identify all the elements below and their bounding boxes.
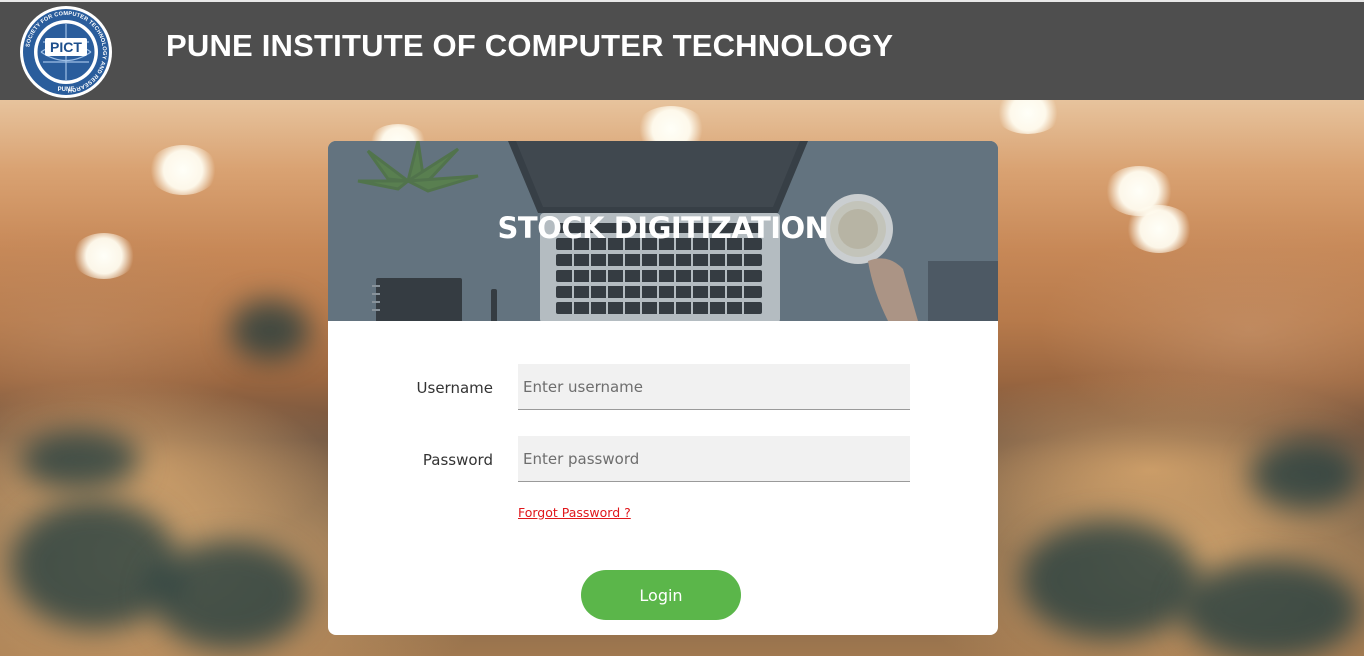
login-button[interactable]: Login — [581, 570, 741, 620]
username-input[interactable] — [518, 364, 910, 410]
site-header: PICT SOCIETY FOR COMPUTER TECHNOLOGY AND… — [0, 0, 1364, 100]
login-card: STOCK DIGITIZATION Username Password For… — [328, 141, 998, 635]
login-banner: STOCK DIGITIZATION — [328, 141, 998, 321]
svg-text:PICT: PICT — [50, 39, 82, 55]
forgot-password-link[interactable]: Forgot Password ? — [518, 505, 631, 520]
password-label: Password — [422, 451, 493, 469]
login-page: PICT SOCIETY FOR COMPUTER TECHNOLOGY AND… — [0, 0, 1364, 656]
svg-text:PUNE: PUNE — [58, 87, 75, 93]
site-title: PUNE INSTITUTE OF COMPUTER TECHNOLOGY — [166, 28, 894, 63]
username-label: Username — [416, 379, 493, 397]
password-input[interactable] — [518, 436, 910, 482]
pict-logo-icon: PICT SOCIETY FOR COMPUTER TECHNOLOGY AND… — [20, 6, 112, 98]
login-card-title: STOCK DIGITIZATION — [497, 211, 829, 245]
